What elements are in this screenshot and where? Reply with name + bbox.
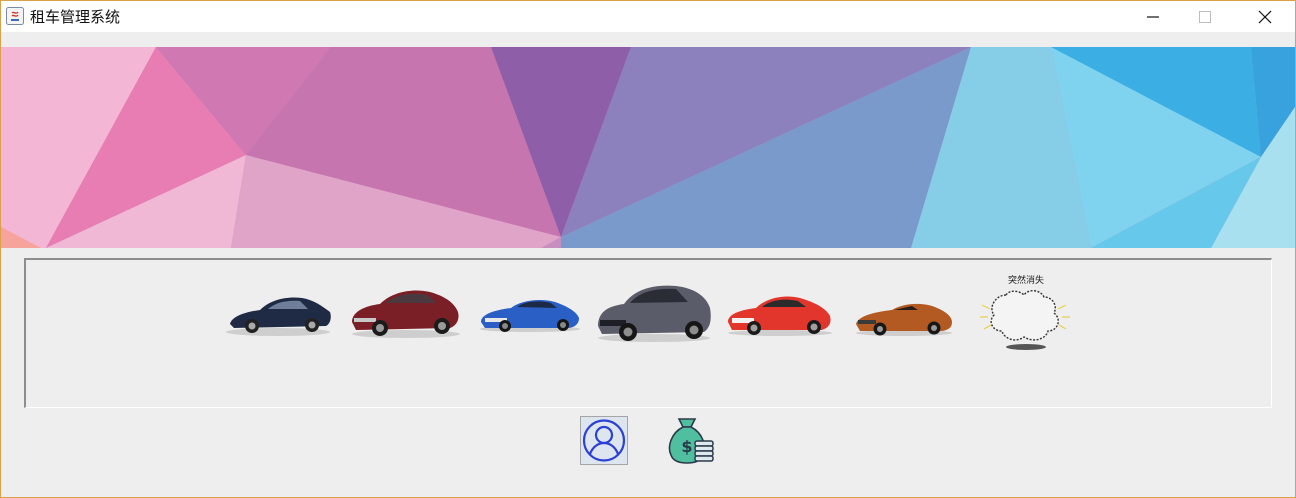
car-image-dark-red-sedan[interactable] [350, 284, 462, 340]
car-image-grey-suv[interactable] [596, 282, 714, 344]
money-button[interactable]: $ [665, 415, 717, 467]
car-image-orange-roadster[interactable] [854, 296, 954, 338]
title-bar: 租车管理系统 [1, 1, 1295, 32]
vanished-cloud-icon [980, 290, 1070, 350]
maximize-button[interactable] [1182, 1, 1228, 32]
car-gallery: 突然消失 [24, 258, 1272, 408]
vanished-car-placeholder[interactable]: 突然消失 [976, 275, 1074, 353]
close-icon [1258, 10, 1272, 23]
low-poly-banner-image [1, 47, 1295, 248]
svg-text:$: $ [681, 437, 692, 456]
maximize-icon [1199, 10, 1211, 23]
java-app-icon [6, 7, 24, 25]
car-image-red-coupe[interactable] [726, 290, 834, 338]
window-title: 租车管理系统 [30, 8, 121, 26]
header-banner [1, 47, 1295, 248]
minimize-button[interactable] [1130, 1, 1176, 32]
close-button[interactable] [1242, 1, 1288, 32]
minimize-icon [1147, 15, 1159, 18]
car-image-dark-blue-sedan[interactable] [226, 288, 334, 338]
app-window: 租车管理系统 突然消失 $ [0, 0, 1296, 498]
car-image-blue-sports-car[interactable] [479, 292, 581, 334]
money-bag-icon: $ [668, 418, 714, 464]
user-icon [582, 419, 626, 462]
user-button[interactable] [580, 416, 628, 465]
